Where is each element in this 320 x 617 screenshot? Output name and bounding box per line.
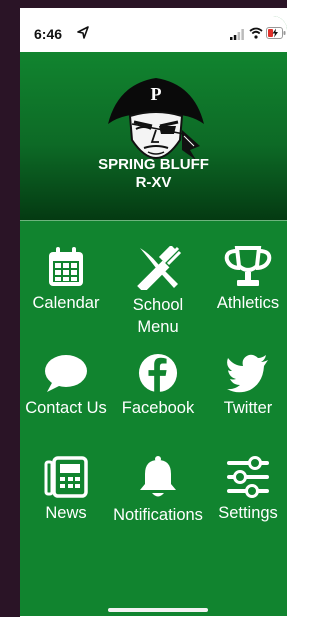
home-indicator[interactable]	[108, 608, 208, 612]
battery-charging-icon	[266, 27, 286, 39]
tile-label: News	[45, 504, 87, 522]
facebook-icon	[138, 353, 178, 393]
calendar-icon	[49, 247, 83, 286]
pirate-mascot-logo: P	[108, 78, 204, 160]
tile-facebook[interactable]: Facebook	[113, 353, 203, 419]
school-name-line-2: R-XV	[135, 174, 172, 191]
tile-label: Settings	[218, 504, 278, 522]
device-frame-top	[0, 0, 293, 8]
tile-news[interactable]: News	[21, 456, 111, 524]
cellular-signal-icon	[230, 29, 244, 40]
tile-twitter[interactable]: Twitter	[203, 353, 287, 419]
status-time: 6:46	[34, 26, 63, 42]
tile-notifications[interactable]: Notifications	[113, 456, 203, 526]
bell-icon	[140, 456, 176, 497]
wifi-icon	[249, 27, 263, 39]
device-frame-left	[0, 0, 20, 617]
status-bar: 6:46	[20, 16, 287, 52]
tile-label: Calendar	[32, 294, 100, 312]
trophy-icon	[224, 246, 272, 286]
school-header: P SPRING BLUFF R-XV	[20, 52, 287, 221]
svg-text:P: P	[151, 84, 162, 104]
sliders-icon	[227, 456, 269, 498]
school-name-line-1: SPRING BLUFF	[98, 156, 209, 173]
app-screen: 6:46 P SPRING BLUFF R-XV Calendar School…	[20, 16, 287, 616]
utensils-icon	[137, 246, 182, 290]
tile-label: Twitter	[223, 399, 273, 417]
tile-school-menu[interactable]: School Menu	[113, 246, 203, 338]
tile-contact-us[interactable]: Contact Us	[21, 353, 111, 419]
tile-calendar[interactable]: Calendar	[21, 246, 111, 314]
location-arrow-icon	[77, 26, 89, 39]
tile-label: Contact Us	[25, 399, 107, 417]
tile-settings[interactable]: Settings	[203, 456, 287, 524]
chat-bubble-icon	[45, 355, 87, 392]
tile-label: Athletics	[216, 294, 280, 312]
school-name: SPRING BLUFF R-XV	[20, 156, 287, 192]
device-frame-right	[287, 0, 293, 617]
tile-label: Notifications	[113, 506, 203, 524]
tile-label: Facebook	[121, 399, 195, 417]
newspaper-icon	[44, 456, 88, 498]
twitter-icon	[227, 354, 268, 393]
tile-label: School Menu	[132, 296, 184, 336]
tile-athletics[interactable]: Athletics	[203, 246, 287, 314]
